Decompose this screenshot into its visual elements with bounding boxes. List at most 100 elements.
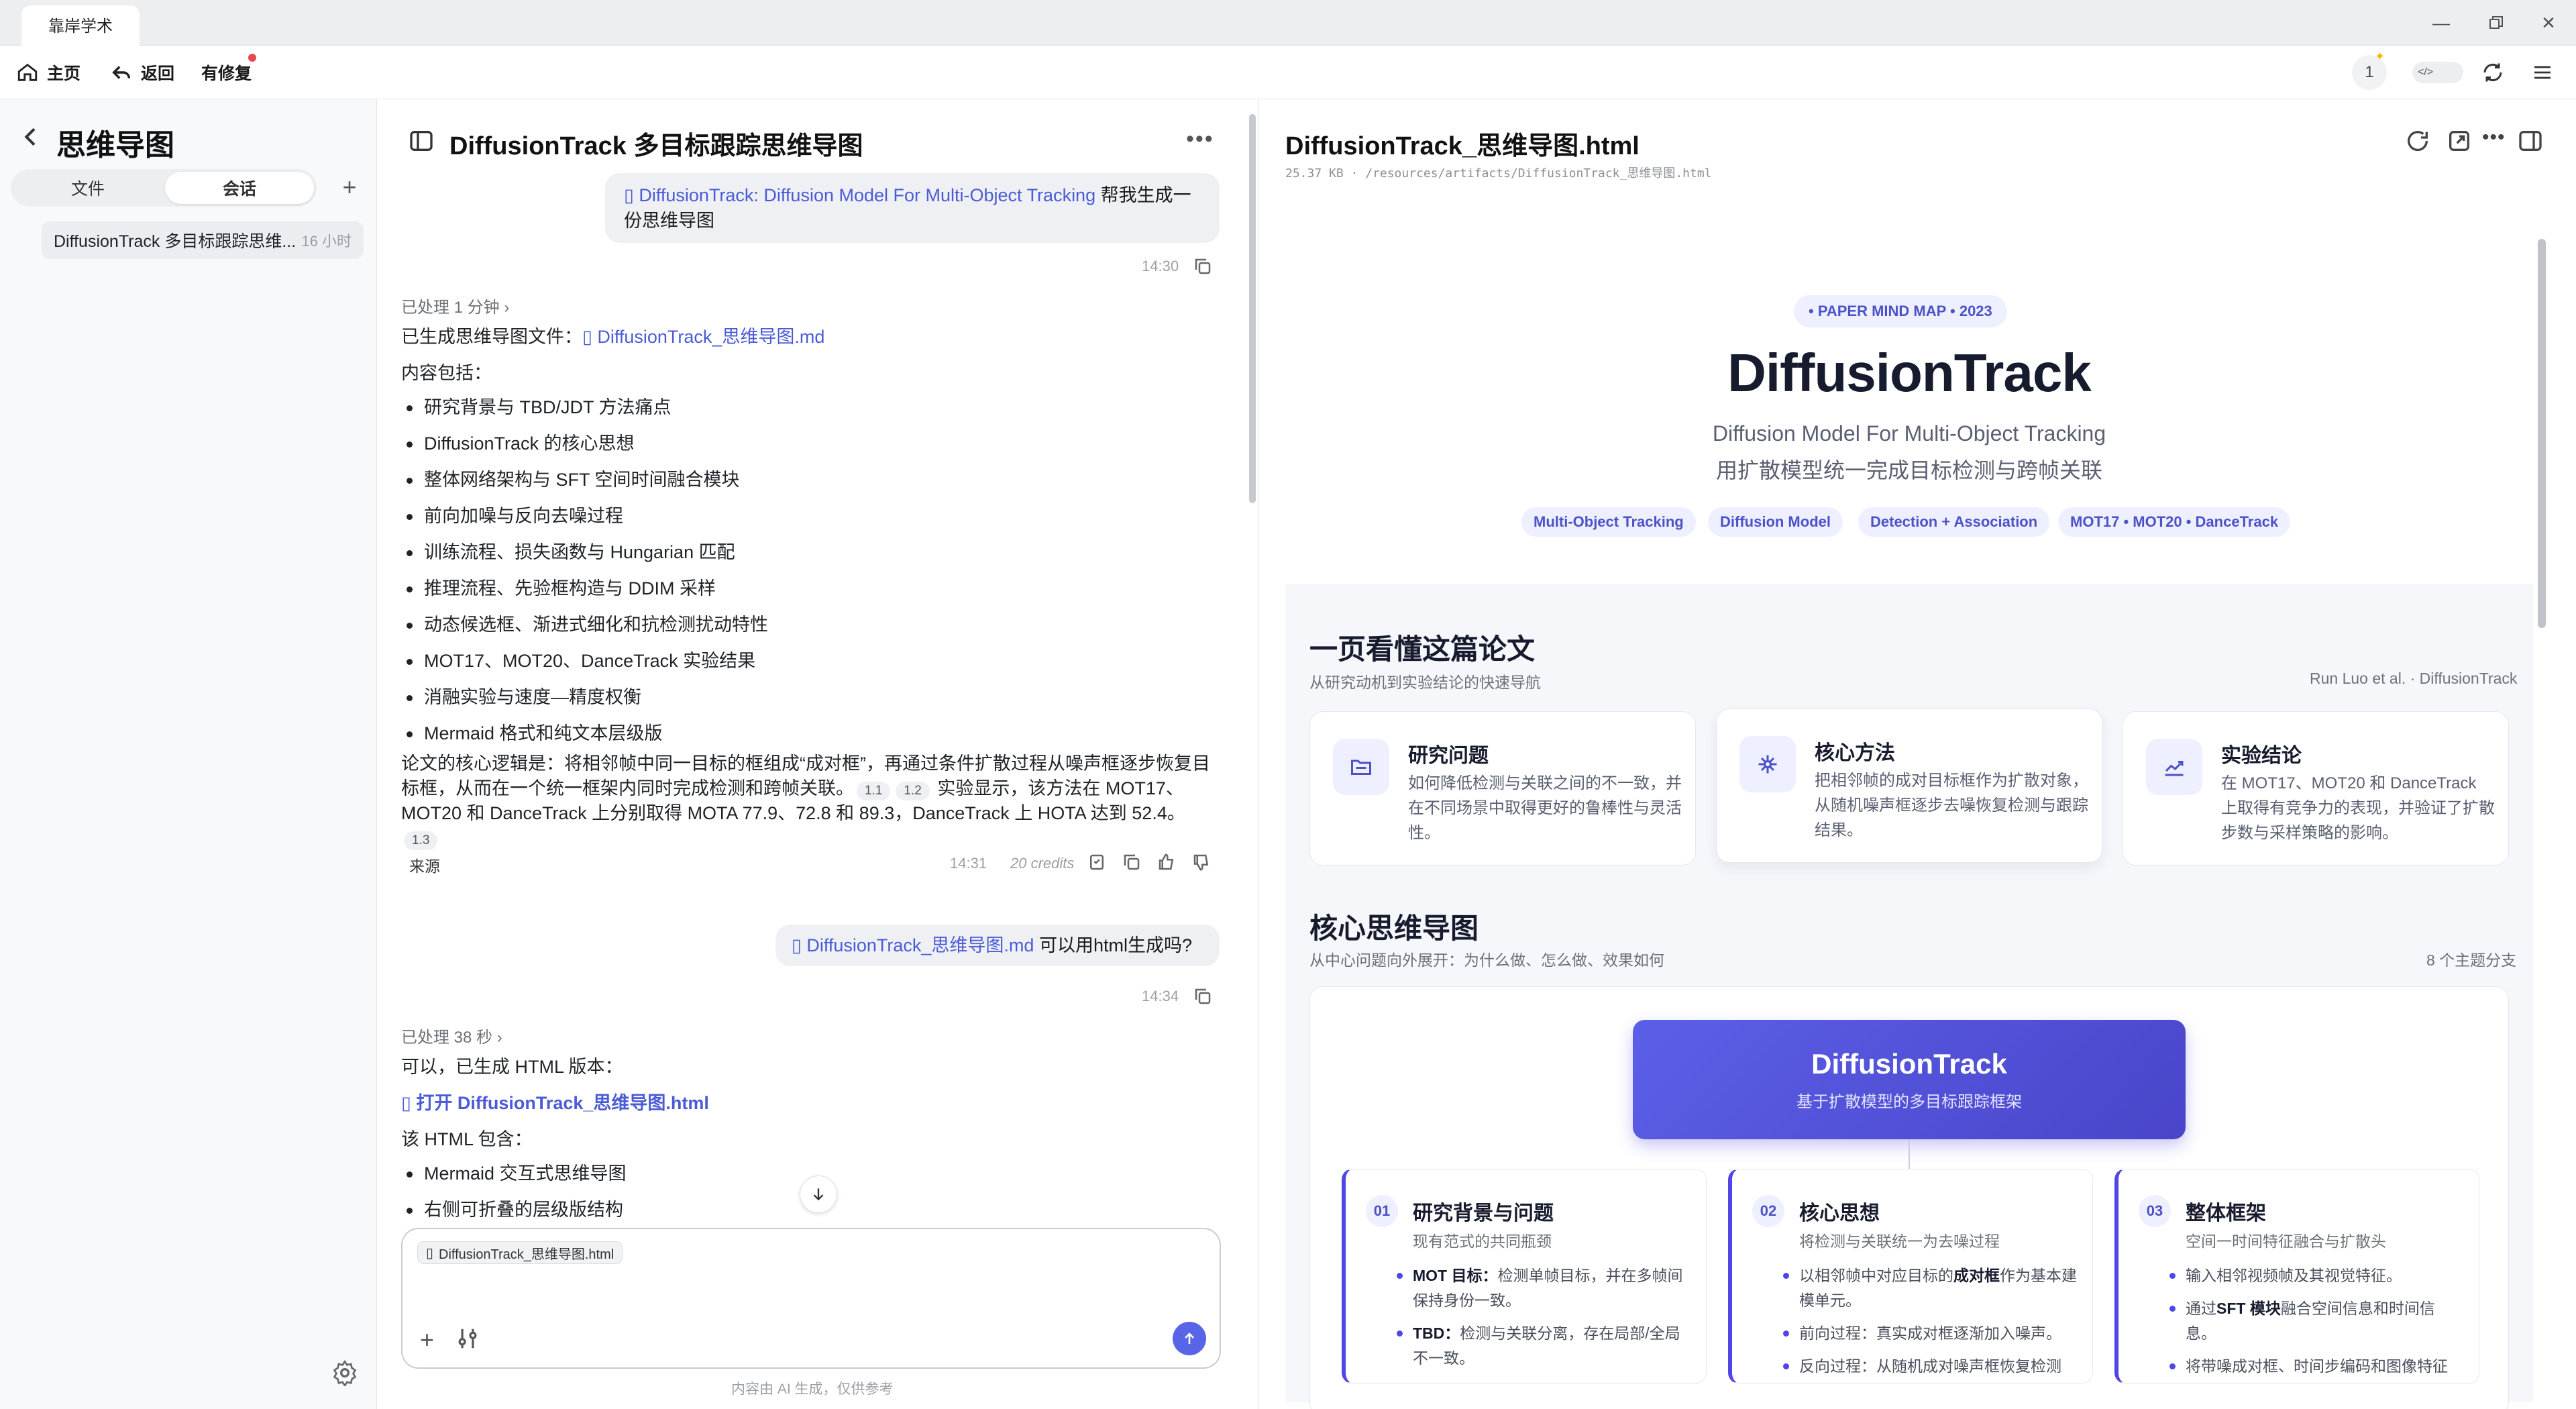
- file-icon: ▯: [426, 1245, 434, 1261]
- copy-icon[interactable]: [1193, 256, 1213, 276]
- mindmap-title: 核心思维导图: [1309, 912, 1479, 944]
- session-list-item[interactable]: DiffusionTrack 多目标跟踪思维... 16 小时: [42, 221, 364, 259]
- open-html-link[interactable]: ▯ 打开 DiffusionTrack_思维导图.html: [401, 1090, 1222, 1116]
- content-bullets: 研究背景与 TBD/JDT 方法痛点 DiffusionTrack 的核心思想 …: [401, 389, 1222, 751]
- user-badge-text: 1: [2365, 63, 2374, 81]
- processed-toggle[interactable]: 已处理 1 分钟 ›: [401, 294, 509, 317]
- ai-intro: 可以，已生成 HTML 版本：: [401, 1057, 623, 1077]
- tab-files[interactable]: 文件: [13, 172, 162, 204]
- mindmap-root-node[interactable]: DiffusionTrack 基于扩散模型的多目标跟踪框架: [1633, 1020, 2186, 1139]
- attachment-chip[interactable]: ▯ DiffusionTrack_思维导图.html: [417, 1241, 623, 1264]
- message-time: 14:30: [1142, 258, 1179, 274]
- processed-label: 已处理 1 分钟: [401, 299, 500, 317]
- minimize-button[interactable]: —: [2411, 4, 2471, 42]
- card-title: 研究问题: [1408, 745, 1489, 767]
- branch-title: 核心思想: [1799, 1202, 1880, 1224]
- list-item: 将带噪成对框、时间步编码和图像特征: [2169, 1354, 2465, 1379]
- thumbs-down-icon[interactable]: [1191, 852, 1212, 872]
- list-item: TBD：检测与关联分离，存在局部/全局不一致。: [1397, 1321, 1692, 1371]
- list-item: MOT17、MOT20、DanceTrack 实验结果: [401, 643, 1222, 679]
- mindmap-branch[interactable]: 02 核心思想 将检测与关联统一为去噪过程 以相邻帧中对应目标的成对框作为基本建…: [1728, 1169, 2093, 1384]
- more-options-button[interactable]: •••: [1186, 126, 1214, 152]
- branch-number: 02: [1752, 1195, 1784, 1227]
- processed-toggle[interactable]: 已处理 38 秒 ›: [401, 1024, 502, 1047]
- home-button[interactable]: 主页: [16, 46, 80, 99]
- preview-scrollbar-thumb[interactable]: [2538, 239, 2546, 628]
- md-file-link-text: DiffusionTrack_思维导图.md: [597, 327, 825, 347]
- branch-number: 01: [1366, 1195, 1398, 1227]
- window-title-bar: [0, 0, 2576, 46]
- copy-icon[interactable]: [1122, 852, 1142, 872]
- md-attachment-link[interactable]: ▯ DiffusionTrack_思维导图.md: [792, 935, 1034, 955]
- citation-badge[interactable]: 1.3: [404, 831, 438, 850]
- list-item: 消融实验与速度—精度权衡: [401, 679, 1222, 715]
- home-label: 主页: [47, 64, 81, 83]
- settings-sliders-icon[interactable]: [455, 1326, 480, 1351]
- minimize-icon: —: [2432, 12, 2450, 33]
- list-item: 反向过程：从随机成对噪声框恢复检测: [1783, 1354, 2078, 1379]
- overview-card: 实验结论 在 MOT17、MOT20 和 DanceTrack 上取得有竞争力的…: [2123, 711, 2509, 866]
- tab-sessions[interactable]: 会话: [165, 172, 314, 204]
- list-item: 动态候选框、渐进式细化和抗检测扰动特性: [401, 607, 1222, 643]
- menu-icon[interactable]: [2532, 62, 2553, 83]
- mindmap-branch-count: 8 个主题分支: [2426, 951, 2517, 969]
- chevron-right-icon: ›: [496, 1029, 502, 1047]
- list-item: 训练流程、损失函数与 Hungarian 匹配: [401, 534, 1222, 570]
- paper-link[interactable]: DiffusionTrack: Diffusion Model For Mult…: [639, 185, 1095, 205]
- more-icon[interactable]: •••: [2482, 126, 2506, 149]
- source-button[interactable]: 来源: [409, 853, 440, 876]
- code-icon: </>: [2418, 66, 2434, 78]
- user-message: ▯ DiffusionTrack: Diffusion Model For Mu…: [605, 173, 1220, 243]
- code-toggle[interactable]: </>: [2412, 62, 2463, 83]
- close-window-button[interactable]: ✕: [2518, 4, 2576, 42]
- thumbs-up-icon[interactable]: [1157, 852, 1177, 872]
- hero-subtitle-zh: 用扩散模型统一完成目标检测与跨帧关联: [1715, 458, 2102, 482]
- back-button[interactable]: 返回: [110, 46, 174, 99]
- processed-label: 已处理 38 秒: [401, 1029, 493, 1047]
- root-subtitle: 基于扩散模型的多目标跟踪框架: [1796, 1093, 2022, 1111]
- update-label: 有修复: [201, 64, 252, 83]
- hero-title: DiffusionTrack: [1727, 343, 2092, 403]
- branch-number: 03: [2139, 1195, 2171, 1227]
- send-button[interactable]: [1173, 1322, 1206, 1355]
- tag-pill: MOT17 • MOT20 • DanceTrack: [2058, 507, 2291, 537]
- connector-line: [1909, 1139, 1910, 1169]
- branch-title: 整体框架: [2186, 1202, 2266, 1224]
- ai-message: 已生成思维导图文件：▯ DiffusionTrack_思维导图.md 内容包括：…: [401, 323, 1222, 851]
- gear-icon[interactable]: [331, 1359, 358, 1386]
- branch-title: 研究背景与问题: [1413, 1202, 1554, 1224]
- top-nav-bar: [0, 46, 2576, 99]
- sync-icon[interactable]: [2481, 60, 2505, 85]
- hero-subtitle-en: Diffusion Model For Multi-Object Trackin…: [1712, 421, 2106, 446]
- list-item: 前向过程：真实成对框逐渐加入噪声。: [1783, 1321, 2078, 1346]
- scroll-to-bottom-button[interactable]: [800, 1176, 837, 1213]
- sparkle-icon: [1739, 736, 1796, 792]
- list-item: 输入相邻视频帧及其视觉特征。: [2169, 1263, 2465, 1288]
- mindmap-branch[interactable]: 01 研究背景与问题 现有范式的共同瓶颈 MOT 目标：检测单帧目标，并在多帧间…: [1342, 1169, 1707, 1384]
- mindmap-branch[interactable]: 03 整体框架 空间一时间特征融合与扩散头 输入相邻视频帧及其视觉特征。 通过S…: [2114, 1169, 2479, 1384]
- maximize-button[interactable]: [2466, 4, 2526, 42]
- plus-icon: +: [342, 173, 357, 201]
- update-button[interactable]: 有修复: [201, 46, 256, 99]
- new-session-button[interactable]: +: [333, 170, 366, 204]
- list-item: DiffusionTrack 的核心思想: [401, 425, 1222, 462]
- open-external-icon[interactable]: [2446, 127, 2473, 154]
- list-item: 前向加噪与反向去噪过程: [401, 498, 1222, 534]
- preview-title: DiffusionTrack_思维导图.html: [1285, 132, 1640, 160]
- copy-icon[interactable]: [1193, 986, 1213, 1006]
- app-tab[interactable]: 靠岸学术: [21, 5, 140, 46]
- citation-badge[interactable]: 1.2: [896, 782, 930, 800]
- md-attachment-text: DiffusionTrack_思维导图.md: [806, 935, 1034, 955]
- citation-badge[interactable]: 1.1: [857, 782, 891, 800]
- chat-scrollbar-thumb[interactable]: [1249, 114, 1256, 503]
- list-item: 以相邻帧中对应目标的成对框作为基本建模单元。: [1783, 1263, 2078, 1313]
- list-item: 研究背景与 TBD/JDT 方法痛点: [401, 389, 1222, 425]
- sidebar-toggle-icon[interactable]: [408, 127, 435, 154]
- panel-toggle-icon[interactable]: [2517, 127, 2544, 154]
- add-attachment-button[interactable]: +: [420, 1326, 434, 1354]
- bookmark-icon[interactable]: [1087, 852, 1107, 872]
- md-file-link[interactable]: ▯ DiffusionTrack_思维导图.md: [582, 327, 824, 347]
- chevron-left-icon[interactable]: [17, 123, 44, 150]
- refresh-icon[interactable]: [2404, 127, 2431, 154]
- branch-points: 输入相邻视频帧及其视觉特征。 通过SFT 模块融合空间信息和时间信息。 将带噪成…: [2169, 1263, 2465, 1383]
